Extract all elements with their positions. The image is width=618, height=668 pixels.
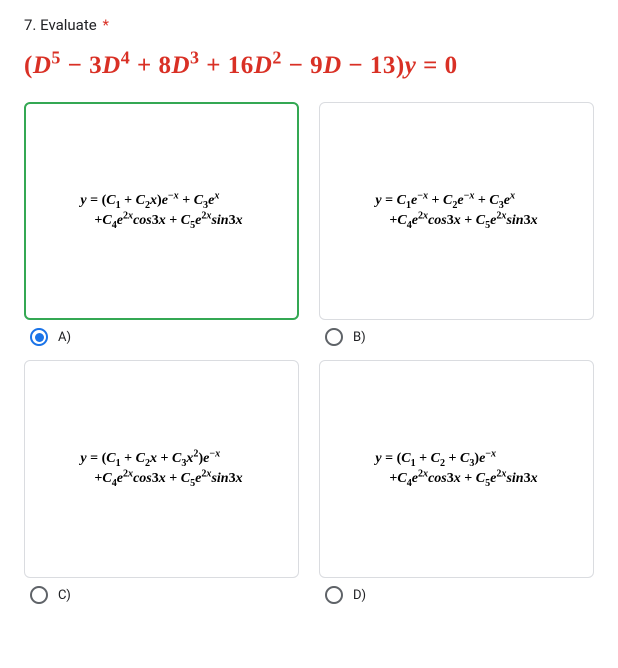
- option-b-cell: y = C1e−x + C2e−x + C3ex +C4e2xcos3x + C…: [319, 102, 594, 346]
- option-a-formula: y = (C1 + C2x)e−x + C3ex +C4e2xcos3x + C…: [80, 191, 242, 232]
- radio-icon: [30, 586, 48, 604]
- radio-icon: [325, 586, 343, 604]
- question-title: 7. Evaluate *: [24, 16, 594, 34]
- option-b-radio-row[interactable]: B): [319, 328, 594, 346]
- option-c-image-box[interactable]: y = (C1 + C2x + C3x2)e−x +C4e2xcos3x + C…: [24, 360, 299, 578]
- option-c-cell: y = (C1 + C2x + C3x2)e−x +C4e2xcos3x + C…: [24, 360, 299, 604]
- option-a-radio-row[interactable]: A): [24, 328, 299, 346]
- question-equation: (D5 − 3D4 + 8D3 + 16D2 − 9D − 13)y = 0: [24, 52, 594, 80]
- option-d-formula: y = (C1 + C2 + C3)e−x +C4e2xcos3x + C5e2…: [375, 449, 537, 490]
- options-grid: y = (C1 + C2x)e−x + C3ex +C4e2xcos3x + C…: [24, 102, 594, 604]
- radio-icon: [325, 328, 343, 346]
- option-a-cell: y = (C1 + C2x)e−x + C3ex +C4e2xcos3x + C…: [24, 102, 299, 346]
- option-a-image-box[interactable]: y = (C1 + C2x)e−x + C3ex +C4e2xcos3x + C…: [24, 102, 299, 320]
- option-c-formula: y = (C1 + C2x + C3x2)e−x +C4e2xcos3x + C…: [80, 449, 242, 490]
- option-b-formula: y = C1e−x + C2e−x + C3ex +C4e2xcos3x + C…: [375, 191, 537, 232]
- option-a-label: A): [58, 330, 71, 345]
- option-c-label: C): [58, 588, 71, 603]
- option-d-image-box[interactable]: y = (C1 + C2 + C3)e−x +C4e2xcos3x + C5e2…: [319, 360, 594, 578]
- option-b-image-box[interactable]: y = C1e−x + C2e−x + C3ex +C4e2xcos3x + C…: [319, 102, 594, 320]
- option-d-radio-row[interactable]: D): [319, 586, 594, 604]
- option-c-radio-row[interactable]: C): [24, 586, 299, 604]
- option-d-label: D): [353, 588, 366, 603]
- question-number-text: 7. Evaluate: [24, 16, 97, 34]
- required-asterisk: *: [102, 16, 108, 34]
- option-d-cell: y = (C1 + C2 + C3)e−x +C4e2xcos3x + C5e2…: [319, 360, 594, 604]
- option-b-label: B): [353, 330, 366, 345]
- radio-icon: [30, 328, 48, 346]
